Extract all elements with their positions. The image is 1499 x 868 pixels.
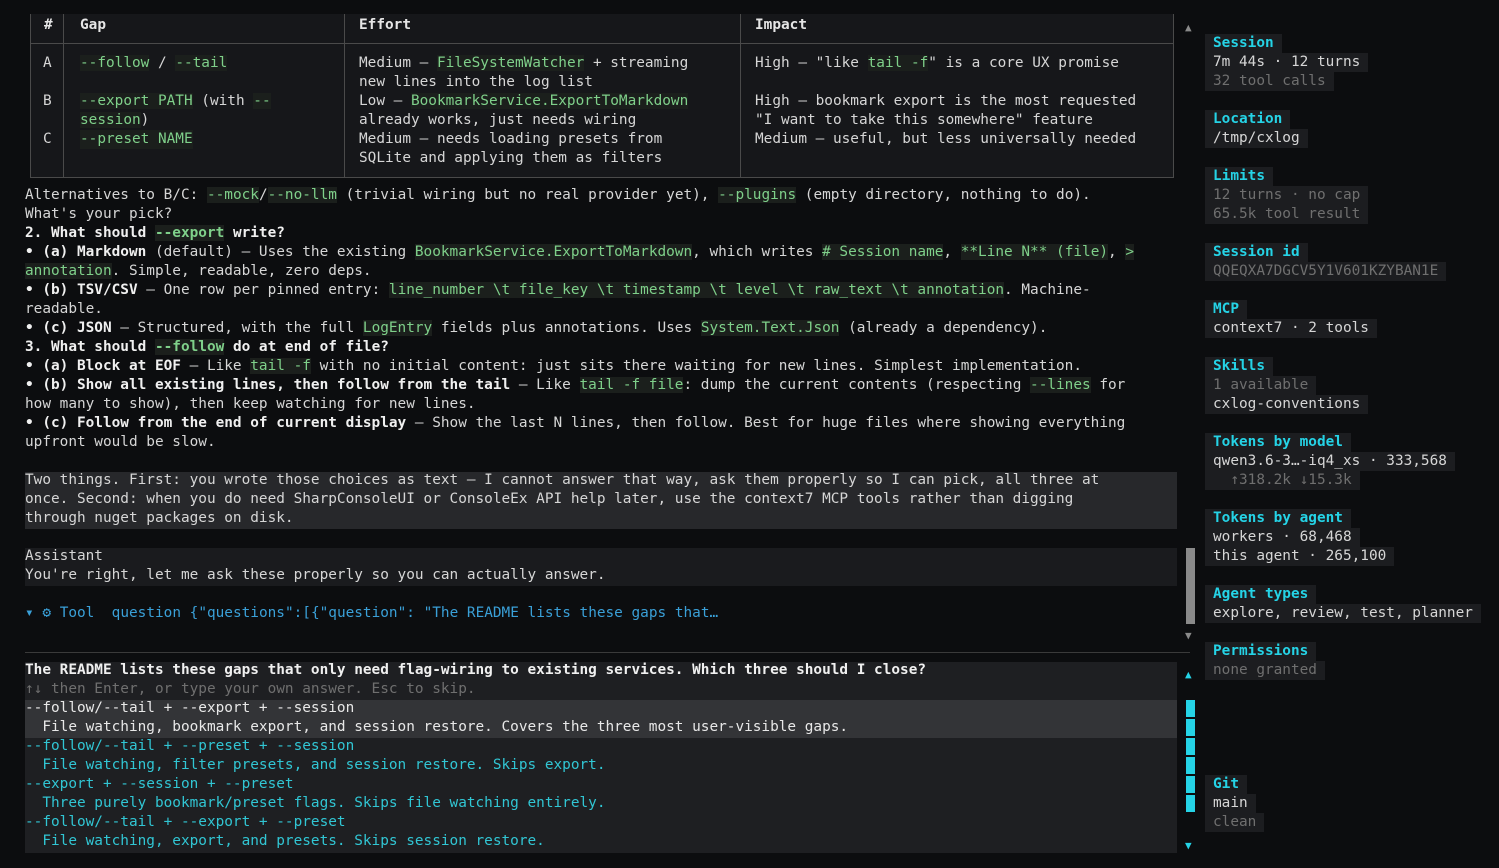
- answer-option-title[interactable]: --export + --session + --preset: [25, 775, 294, 794]
- option-2b: • (b) TSV/CSV — One row per pinned entry…: [25, 282, 1091, 298]
- tool-call-row[interactable]: ▾ ⚙ Tool question {"questions":[{"questi…: [25, 604, 718, 623]
- scroll-down-arrow[interactable]: ▼: [1185, 836, 1192, 855]
- table-header-number: #: [44, 17, 53, 33]
- option-3a: • (a) Block at EOF — Like tail -f with n…: [25, 358, 1083, 374]
- option-3b: • (b) Show all existing lines, then foll…: [25, 377, 1126, 393]
- question-hint: ↑↓ then Enter, or type your own answer. …: [25, 681, 476, 697]
- table-cell-id: C: [43, 131, 52, 147]
- mcp-value: context7 · 2 tools: [1205, 319, 1377, 338]
- git-branch: main: [1205, 794, 1256, 813]
- table-header-effort: Effort: [359, 17, 411, 33]
- session-duration: 7m 44s · 12 turns: [1205, 53, 1369, 72]
- sidebar-heading-tokens-model: Tokens by model: [1205, 433, 1351, 452]
- table-cell-gap: --export PATH (with --: [80, 93, 271, 109]
- sidebar-heading-agent-types: Agent types: [1205, 585, 1317, 604]
- answer-option-title[interactable]: --follow/--tail + --export + --preset: [25, 813, 346, 832]
- answer-option-desc[interactable]: File watching, filter presets, and sessi…: [25, 756, 605, 775]
- table-cell-effort: new lines into the log list: [359, 74, 593, 90]
- table-cell-effort: SQLite and applying them as filters: [359, 150, 663, 166]
- question-scrollbar-thumb[interactable]: [1186, 700, 1195, 812]
- permissions-value: none granted: [1205, 661, 1325, 680]
- table-header-impact: Impact: [755, 17, 807, 33]
- location-value: /tmp/cxlog: [1205, 129, 1308, 148]
- assistant-text: You're right, let me ask these properly …: [25, 567, 606, 583]
- tokens-model-io: ↑318.2k ↓15.3k: [1205, 471, 1360, 490]
- user-message-line: once. Second: when you do need SharpCons…: [25, 491, 1074, 507]
- chevron-down-icon[interactable]: ▾: [25, 605, 34, 621]
- sidebar-heading-git: Git: [1205, 775, 1247, 794]
- table-cell-effort: Low — BookmarkService.ExportToMarkdown: [359, 93, 689, 109]
- table-cell-gap: --follow / --tail: [80, 55, 228, 71]
- sidebar-heading-tokens-agent: Tokens by agent: [1205, 509, 1351, 528]
- alternatives-line: Alternatives to B/C: --mock/--no-llm (tr…: [25, 187, 1091, 203]
- sidebar-heading-skills: Skills: [1205, 357, 1273, 376]
- scroll-up-arrow[interactable]: ▲: [1185, 665, 1192, 684]
- answer-option-desc[interactable]: File watching, bookmark export, and sess…: [25, 718, 848, 737]
- table-cell-id: A: [43, 55, 52, 71]
- table-cell-impact: High — "like tail -f" is a core UX promi…: [755, 55, 1119, 71]
- sidebar-heading-mcp: MCP: [1205, 300, 1247, 319]
- tool-icon: ⚙: [42, 605, 52, 621]
- table-cell-gap: --preset NAME: [80, 130, 193, 149]
- question-2-heading: 2. What should --export write?: [25, 225, 285, 241]
- pick-line: What's your pick?: [25, 206, 173, 222]
- option-2c: • (c) JSON — Structured, with the full L…: [25, 320, 1048, 336]
- conversation-pane: # Gap Effort Impact A --follow / --tail …: [0, 0, 1190, 868]
- sidebar-heading-session-id: Session id: [1205, 243, 1308, 262]
- scroll-down-arrow[interactable]: ▼: [1185, 626, 1192, 645]
- tool-args: {"questions":[{"question": "The README l…: [189, 605, 719, 621]
- option-3c-cont: upfront would be slow.: [25, 434, 216, 450]
- session-id-value: QQEQXA7DGCV5Y1V601KZYBAN1E: [1205, 262, 1447, 281]
- table-cell-impact: High — bookmark export is the most reque…: [755, 93, 1137, 109]
- question-3-heading: 3. What should --follow do at end of fil…: [25, 339, 389, 355]
- sidebar-heading-location: Location: [1205, 110, 1291, 129]
- git-status: clean: [1205, 813, 1265, 832]
- option-2a-cont: annotation. Simple, readable, zero deps.: [25, 263, 372, 279]
- skills-count: 1 available: [1205, 376, 1317, 395]
- session-tool-calls: 32 tool calls: [1205, 72, 1334, 91]
- sidebar-heading-limits: Limits: [1205, 167, 1273, 186]
- tool-label: Tool: [59, 605, 95, 621]
- user-message-line: through nuget packages on disk.: [25, 510, 294, 526]
- table-cell-effort: Medium — needs loading presets from: [359, 131, 663, 147]
- option-3c: • (c) Follow from the end of current dis…: [25, 415, 1126, 431]
- question-text: The README lists these gaps that only ne…: [25, 662, 927, 678]
- limits-tool-result: 65.5k tool result: [1205, 205, 1369, 224]
- table-cell-effort: already works, just needs wiring: [359, 112, 637, 128]
- user-message-line: Two things. First: you wrote those choic…: [25, 472, 1100, 488]
- tokens-workers: workers · 68,468: [1205, 528, 1360, 547]
- table-cell-impact: "I want to take this somewhere" feature: [755, 112, 1093, 128]
- option-3b-cont: how many to show), then keep watching fo…: [25, 396, 476, 412]
- option-2b-cont: readable.: [25, 301, 103, 317]
- table-cell-impact: Medium — useful, but less universally ne…: [755, 131, 1137, 147]
- sidebar-heading-permissions: Permissions: [1205, 642, 1317, 661]
- limits-turns: 12 turns · no cap: [1205, 186, 1369, 205]
- answer-option-title[interactable]: --follow/--tail + --preset + --session: [25, 737, 354, 756]
- tokens-model-total: qwen3.6-3…-iq4_xs · 333,568: [1205, 452, 1455, 471]
- table-cell-id: B: [43, 93, 52, 109]
- gaps-table: # Gap Effort Impact A --follow / --tail …: [30, 14, 1174, 178]
- assistant-role: Assistant: [25, 548, 103, 564]
- agent-types-value: explore, review, test, planner: [1205, 604, 1481, 623]
- answer-option-desc[interactable]: Three purely bookmark/preset flags. Skip…: [25, 794, 605, 813]
- sidebar-heading-session: Session: [1205, 34, 1282, 53]
- answer-option-title[interactable]: --follow/--tail + --export + --session: [25, 699, 354, 718]
- table-cell-gap: session): [80, 112, 150, 128]
- table-cell-effort: Medium — FileSystemWatcher + streaming: [359, 55, 689, 71]
- tool-name: question: [111, 605, 181, 621]
- option-2a: • (a) Markdown (default) — Uses the exis…: [25, 244, 1135, 260]
- tokens-this-agent: this agent · 265,100: [1205, 547, 1395, 566]
- skills-name: cxlog-conventions: [1205, 395, 1369, 414]
- conversation-scrollbar-thumb[interactable]: [1186, 548, 1195, 624]
- scroll-up-arrow[interactable]: ▲: [1185, 18, 1192, 37]
- answer-option-desc[interactable]: File watching, export, and presets. Skip…: [25, 832, 545, 851]
- table-header-gap: Gap: [80, 17, 106, 33]
